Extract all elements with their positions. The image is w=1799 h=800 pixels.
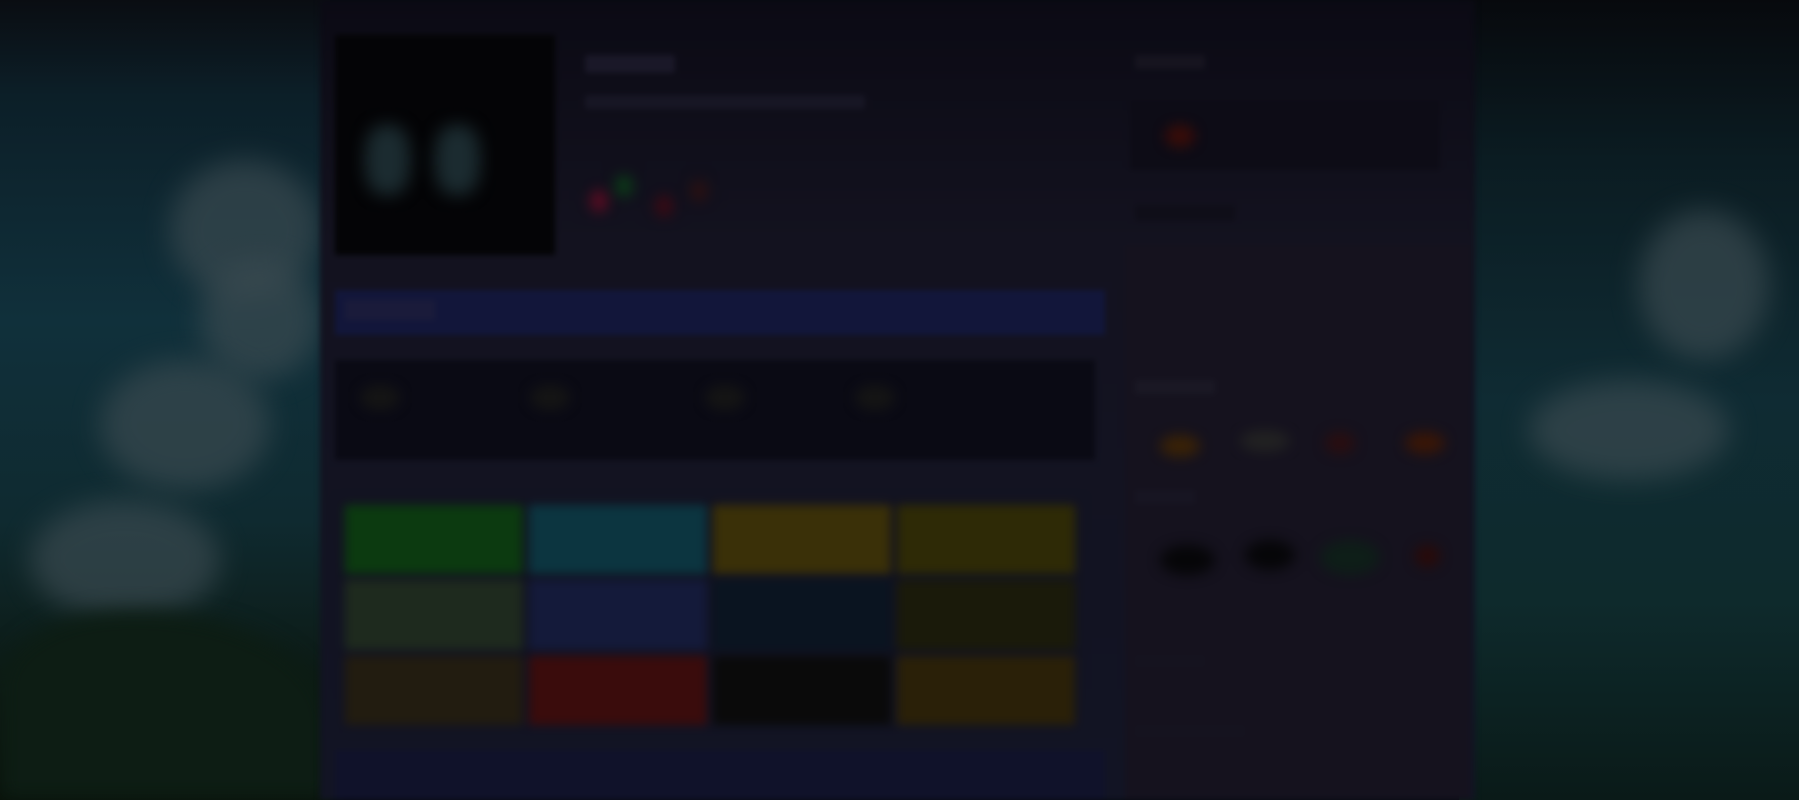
game-tile[interactable]	[713, 580, 891, 650]
game-tile[interactable]	[345, 580, 523, 650]
game-tile[interactable]	[529, 580, 707, 650]
sidebar-status	[1135, 205, 1235, 221]
badges-label[interactable]	[1135, 380, 1215, 394]
game-showcase-grid	[345, 505, 1075, 725]
showcase-header	[335, 290, 1105, 335]
profile-sidebar	[1125, 0, 1470, 800]
game-tile[interactable]	[897, 655, 1075, 725]
profile-background-right	[1459, 0, 1799, 800]
sidebar-panel	[1125, 245, 1470, 800]
recent-activity-header	[335, 750, 1105, 800]
game-tile[interactable]	[897, 505, 1075, 575]
profile-page	[320, 0, 1475, 800]
game-tile[interactable]	[529, 655, 707, 725]
showcase-stats	[335, 360, 1095, 460]
profile-background-left	[0, 0, 330, 800]
profile-name	[585, 55, 675, 73]
game-tile[interactable]	[529, 505, 707, 575]
sidebar-link[interactable]	[1135, 655, 1205, 667]
profile-summary	[585, 95, 865, 109]
game-tile[interactable]	[345, 655, 523, 725]
game-tile[interactable]	[713, 655, 891, 725]
level-label	[1135, 55, 1205, 69]
game-tile[interactable]	[713, 505, 891, 575]
sidebar-link[interactable]	[1135, 725, 1245, 737]
games-label[interactable]	[1135, 490, 1195, 504]
avatar[interactable]	[335, 35, 555, 255]
game-tile[interactable]	[897, 580, 1075, 650]
game-tile[interactable]	[345, 505, 523, 575]
